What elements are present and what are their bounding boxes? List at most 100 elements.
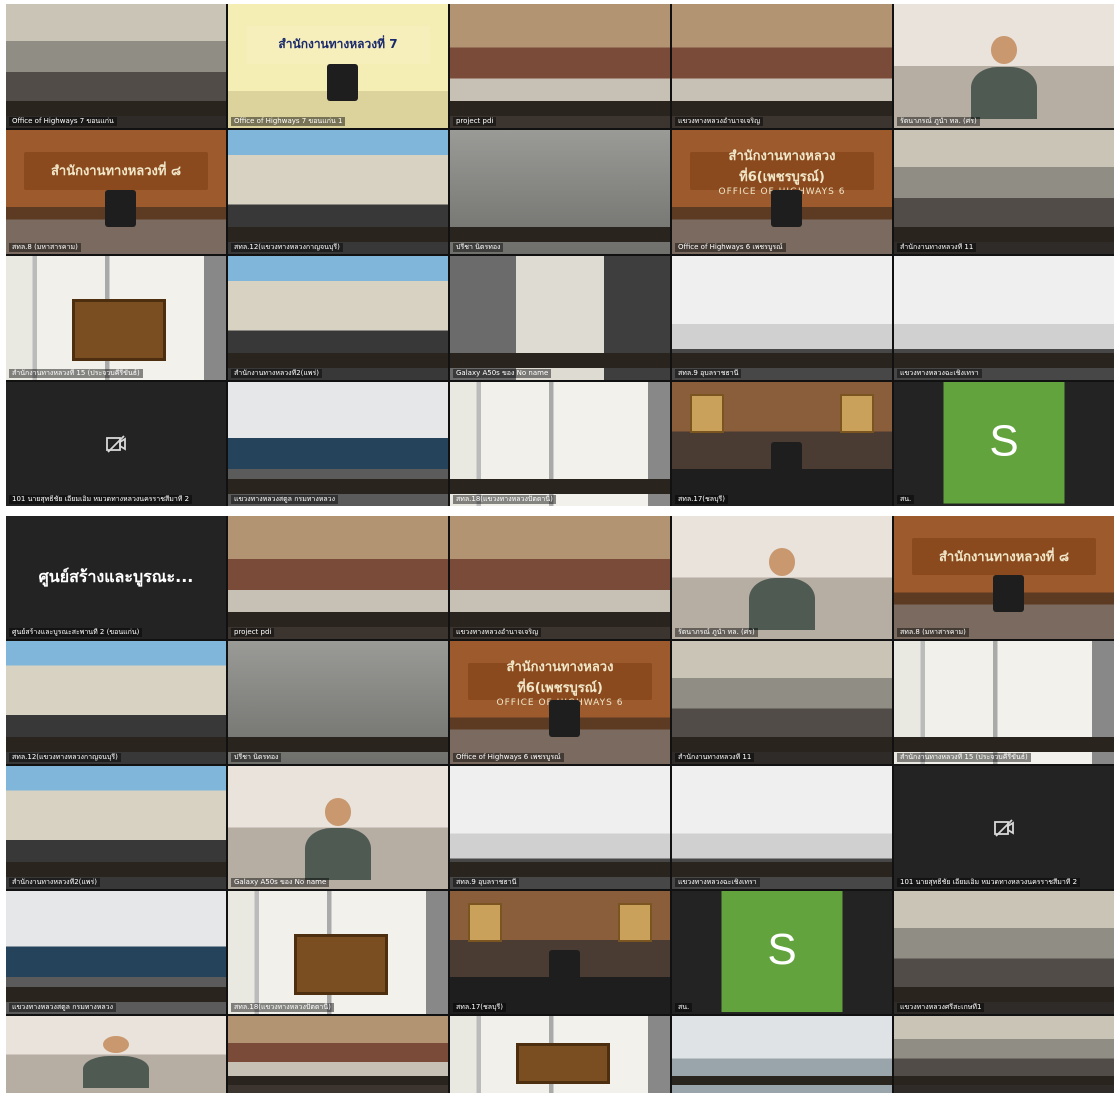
video-tile[interactable]: สำนักงานทางหลวงที่6(เพชรบูรณ์) OFFICE OF …	[672, 130, 892, 254]
video-grid-top: Office of Highways 7 ขอนแก่นสำนักงานทางห…	[6, 4, 1114, 506]
video-tile[interactable]: แขวงทางหลวงฉะเชิงเทรา	[672, 766, 892, 889]
participant-avatar: S	[721, 891, 843, 1012]
video-tile[interactable]	[450, 1016, 670, 1093]
meeting-table	[228, 736, 448, 752]
participant-name-label: สทล.18(แขวงทางหลวงปัตตานี)	[231, 1003, 334, 1012]
video-tile[interactable]: สทล.17(ชลบุรี)	[450, 891, 670, 1014]
video-tile[interactable]: แขวงทางหลวงฉะเชิงเทรา	[894, 256, 1114, 380]
video-tile[interactable]: S สน.	[894, 382, 1114, 506]
participant-name-label: แขวงทางหลวงสตูล กรมทางหลวง	[9, 1003, 117, 1012]
video-tile[interactable]: สำนักงานทางหลวงที่ 11	[672, 641, 892, 764]
video-tile[interactable]: สทล.18(แขวงทางหลวงปัตตานี)	[228, 891, 448, 1014]
video-tile[interactable]: สำนักงานทางหลวงที่ ๘สทล.8 (มหาสารคาม)	[6, 130, 226, 254]
participant-name-label: Office of Highways 7 ขอนแก่น	[9, 117, 117, 126]
meeting-table	[894, 352, 1114, 368]
video-tile[interactable]: สทล.17(ชลบุรี)	[672, 382, 892, 506]
video-tile[interactable]: แขวงทางหลวงอำนาจเจริญ	[672, 4, 892, 128]
video-tile[interactable]: สำนักงานทางหลวงที่ 11	[894, 130, 1114, 254]
video-tile[interactable]: สำนักงานทางหลวงที่2(แพร่)	[6, 766, 226, 889]
participant-name-label: สำนักงานทางหลวงที่ 11	[897, 243, 977, 252]
video-tile[interactable]	[894, 1016, 1114, 1093]
meeting-table	[450, 352, 670, 368]
meeting-table	[894, 736, 1114, 752]
video-tile[interactable]: สทล.9 อุบลราชธานี	[672, 256, 892, 380]
participant-name-label: ปรีชา นิตรทอง	[231, 753, 282, 762]
video-tile[interactable]: แขวงทางหลวงสตูล กรมทางหลวง	[228, 382, 448, 506]
meeting-table	[6, 736, 226, 752]
participant-name-label: แขวงทางหลวงอำนาจเจริญ	[675, 117, 764, 126]
video-tile[interactable]: สำนักงานทางหลวงที่ 7 Office of Highways 7…	[228, 4, 448, 128]
meeting-table	[672, 1076, 892, 1086]
video-tile[interactable]: แขวงทางหลวงสตูล กรมทางหลวง	[6, 891, 226, 1014]
portrait-frame	[689, 394, 725, 434]
participant-name-label: 101 นายสุทธิ์ชัย เอี่ยมเอิ่ม หมวดทางหลวง…	[9, 495, 193, 504]
chair	[549, 700, 580, 737]
video-tile[interactable]: สทล.9 อุบลราชธานี	[450, 766, 670, 889]
participant-name-label: สทล.12(แขวงทางหลวงกาญจนบุรี)	[9, 753, 121, 762]
participant-name-label: Office of Highways 6 เพชรบูรณ์	[453, 753, 564, 762]
signboard-text: สำนักงานทางหลวงที่ ๘	[938, 550, 1070, 566]
participant-name-label: แขวงทางหลวงสตูล กรมทางหลวง	[231, 495, 339, 504]
video-tile[interactable]: Galaxy A50s ของ No name	[228, 766, 448, 889]
video-tile[interactable]: สทล.12(แขวงทางหลวงกาญจนบุรี)	[228, 130, 448, 254]
video-tile[interactable]: สทล.18(แขวงทางหลวงปัตตานี)	[450, 382, 670, 506]
meeting-table	[450, 100, 670, 116]
video-tile[interactable]: รัตนาภรณ์ ภูนำ ทล. (ศร)	[672, 516, 892, 639]
meeting-table	[672, 352, 892, 368]
meeting-table	[450, 861, 670, 877]
meeting-table	[672, 861, 892, 877]
signboard-text: สำนักงานทางหลวงที่6(เพชรบูรณ์)	[506, 659, 614, 696]
video-tile[interactable]: 101 นายสุทธิ์ชัย เอี่ยมเอิ่ม หมวดทางหลวง…	[894, 766, 1114, 889]
video-tile[interactable]	[228, 1016, 448, 1093]
participant-name-label: แขวงทางหลวงศรีสะเกษที่1	[897, 1003, 985, 1012]
meeting-table	[450, 611, 670, 627]
participant-name-label: สน.	[897, 495, 915, 504]
video-tile[interactable]: ศูนย์สร้างและบูรณะ... ศูนย์สร้างและบูรณะส…	[6, 516, 226, 639]
video-tile[interactable]: Office of Highways 7 ขอนแก่น	[6, 4, 226, 128]
participant-name-label: สำนักงานทางหลวงที่2(แพร่)	[9, 878, 100, 887]
shrine-cabinet	[72, 299, 166, 362]
video-tile[interactable]: project pdi	[228, 516, 448, 639]
meeting-table	[6, 100, 226, 116]
video-tile[interactable]: project pdi	[450, 4, 670, 128]
participant-name-label: สำนักงานทางหลวงที่2(แพร่)	[231, 369, 322, 378]
video-tile[interactable]: แขวงทางหลวงศรีสะเกษที่1	[894, 891, 1114, 1014]
participant-name-label: แขวงทางหลวงฉะเชิงเทรา	[897, 369, 982, 378]
participant-name-label: สทล.8 (มหาสารคาม)	[9, 243, 81, 252]
participant-name-label: สำนักงานทางหลวงที่ 11	[675, 753, 755, 762]
video-tile[interactable]: สำนักงานทางหลวงที่ ๘สทล.8 (มหาสารคาม)	[894, 516, 1114, 639]
participant-name-label: สทล.9 อุบลราชธานี	[675, 369, 742, 378]
signboard-text: สำนักงานทางหลวงที่6(เพชรบูรณ์)	[728, 148, 836, 185]
meeting-table	[6, 861, 226, 877]
meeting-table	[6, 986, 226, 1002]
video-tile[interactable]: สำนักงานทางหลวงที่ 15 (ประจวบคีรีขันธ์)	[894, 641, 1114, 764]
video-tile[interactable]: 101 นายสุทธิ์ชัย เอี่ยมเอิ่ม หมวดทางหลวง…	[6, 382, 226, 506]
meeting-table	[450, 478, 670, 494]
participant-figure	[83, 1036, 149, 1090]
participant-name-label: สทล.18(แขวงทางหลวงปัตตานี)	[453, 495, 556, 504]
chair	[105, 189, 136, 227]
video-tile[interactable]: รัตนาภรณ์ ภูนำ ทล. (ศร)	[894, 4, 1114, 128]
video-tile[interactable]: ปรีชา นิตรทอง	[450, 130, 670, 254]
video-tile[interactable]: S สน.	[672, 891, 892, 1014]
chair	[549, 950, 580, 987]
video-tile[interactable]: Galaxy A50s ของ No name	[450, 256, 670, 380]
camera-off-icon	[6, 382, 226, 506]
office-signboard: สำนักงานทางหลวงที่6(เพชรบูรณ์) OFFICE OF …	[467, 660, 653, 708]
participant-name-label: ปรีชา นิตรทอง	[453, 243, 504, 252]
video-tile[interactable]	[672, 1016, 892, 1093]
participant-name-label: สำนักงานทางหลวงที่ 15 (ประจวบคีรีขันธ์)	[9, 369, 143, 378]
portrait-frame	[467, 903, 503, 942]
participant-name-label: สทล.12(แขวงทางหลวงกาญจนบุรี)	[231, 243, 343, 252]
video-tile[interactable]	[6, 1016, 226, 1093]
video-tile[interactable]: สำนักงานทางหลวงที่ 15 (ประจวบคีรีขันธ์)	[6, 256, 226, 380]
meeting-table	[228, 611, 448, 627]
video-tile[interactable]: สำนักงานทางหลวงที่2(แพร่)	[228, 256, 448, 380]
video-tile[interactable]: สำนักงานทางหลวงที่6(เพชรบูรณ์) OFFICE OF …	[450, 641, 670, 764]
video-tile[interactable]: ปรีชา นิตรทอง	[228, 641, 448, 764]
video-tile[interactable]: แขวงทางหลวงอำนาจเจริญ	[450, 516, 670, 639]
participant-name-label: project pdi	[453, 117, 497, 126]
video-tile[interactable]: สทล.12(แขวงทางหลวงกาญจนบุรี)	[6, 641, 226, 764]
participant-name-label: สน.	[675, 1003, 693, 1012]
meeting-table	[672, 100, 892, 116]
